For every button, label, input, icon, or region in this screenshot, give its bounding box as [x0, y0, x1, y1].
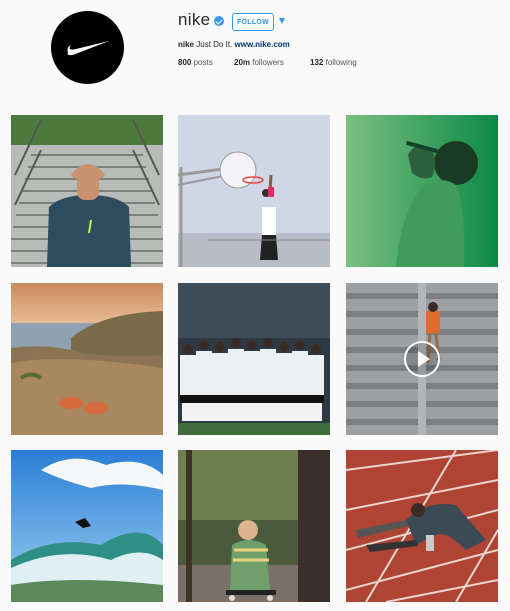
profile-bio: nike Just Do It. www.nike.com: [178, 40, 290, 49]
profile-username: nike: [178, 10, 211, 29]
coastal-cliff-shoes-photo: [11, 283, 163, 435]
basketball-hoop-photo: [178, 115, 330, 267]
grid-post-stadium-runner[interactable]: [346, 283, 498, 435]
grid-post-surfer-wave[interactable]: [11, 450, 163, 602]
followers-count: 20m: [234, 58, 251, 67]
stadium-stairs-photo: [11, 115, 163, 267]
profile-avatar[interactable]: [51, 11, 124, 84]
posts-label: posts: [193, 58, 213, 67]
posts-count: 800: [178, 58, 192, 67]
grid-post-basketball-hoop[interactable]: [178, 115, 330, 267]
following-label: following: [325, 58, 357, 67]
bio-link[interactable]: www.nike.com: [235, 40, 290, 49]
followers-stat[interactable]: 20m followers: [234, 58, 284, 67]
profile-header: nike FOLLOW nike Just Do It. www.nike.co…: [0, 0, 510, 105]
grid-post-team-huddle[interactable]: [178, 283, 330, 435]
follow-button[interactable]: FOLLOW: [232, 13, 274, 31]
grid-post-tennis-athlete[interactable]: [346, 115, 498, 267]
swoosh-logo: [66, 40, 109, 55]
followers-label: followers: [252, 58, 284, 67]
following-stat[interactable]: 132 following: [310, 58, 357, 67]
surfer-wave-photo: [11, 450, 163, 602]
team-huddle-photo: [178, 283, 330, 435]
grid-post-stadium-stairs[interactable]: [11, 115, 163, 267]
verified-badge-icon: [214, 16, 224, 26]
grid-post-coastal-cliff[interactable]: [11, 283, 163, 435]
posts-stat[interactable]: 800 posts: [178, 58, 213, 67]
track-athlete-prosthetic-photo: [346, 450, 498, 602]
dropdown-arrow-icon[interactable]: [279, 18, 285, 24]
grid-post-track-athlete[interactable]: [346, 450, 498, 602]
tennis-athlete-green-photo: [346, 115, 498, 267]
grid-post-child-skateboard[interactable]: [178, 450, 330, 602]
bio-name: nike: [178, 40, 195, 49]
child-skateboard-photo: [178, 450, 330, 602]
following-count: 132: [310, 58, 324, 67]
bio-text: Just Do It.: [196, 40, 233, 49]
play-icon[interactable]: [402, 339, 442, 379]
